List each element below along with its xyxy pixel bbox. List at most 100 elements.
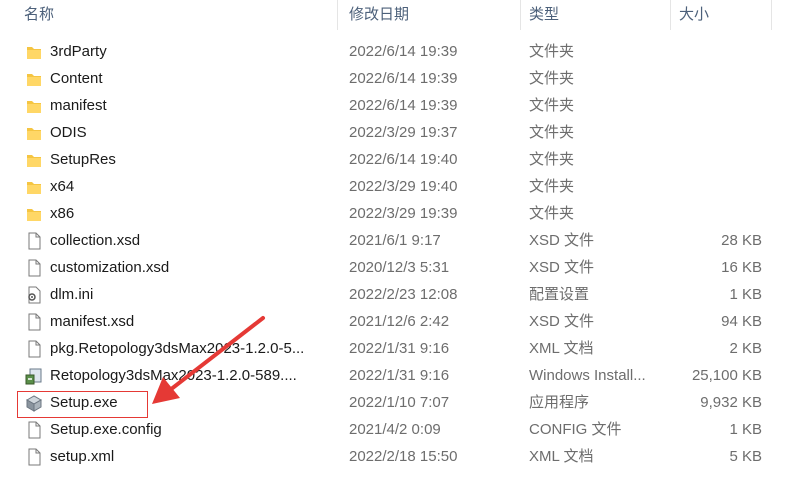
folder-icon — [24, 70, 44, 88]
file-icon — [24, 340, 44, 358]
file-size — [664, 200, 762, 227]
file-row[interactable]: pkg.Retopology3dsMax2023-1.2.0-5... 2022… — [0, 335, 802, 362]
file-size: 2 KB — [729, 340, 762, 357]
file-type: 文件夹 — [529, 43, 575, 60]
file-name: SetupRes — [50, 151, 116, 168]
file-name: manifest — [50, 97, 107, 114]
file-size — [664, 65, 762, 92]
file-date: 2022/3/29 19:39 — [349, 205, 458, 222]
folder-icon — [24, 178, 44, 196]
file-date: 2022/2/18 15:50 — [349, 448, 458, 465]
file-name: x86 — [50, 205, 75, 222]
file-date: 2022/6/14 19:39 — [349, 43, 458, 60]
file-date: 2022/6/14 19:39 — [349, 70, 458, 87]
file-size — [664, 173, 762, 200]
file-size — [664, 146, 762, 173]
file-row[interactable]: manifest 2022/6/14 19:39 文件夹 — [0, 92, 802, 119]
file-name: 3rdParty — [50, 43, 107, 60]
file-icon — [24, 448, 44, 466]
file-date: 2022/6/14 19:40 — [349, 151, 458, 168]
file-row[interactable]: customization.xsd 2020/12/3 5:31 XSD 文件 … — [0, 254, 802, 281]
file-date: 2021/12/6 2:42 — [349, 313, 450, 330]
file-name: Content — [50, 70, 103, 87]
file-date: 2022/1/31 9:16 — [349, 340, 450, 357]
file-date: 2020/12/3 5:31 — [349, 259, 450, 276]
folder-icon — [24, 43, 44, 61]
file-size: 25,100 KB — [691, 367, 762, 384]
column-divider[interactable] — [520, 0, 521, 30]
file-size — [664, 92, 762, 119]
file-size: 9,932 KB — [700, 394, 762, 411]
column-divider[interactable] — [337, 0, 338, 30]
folder-icon — [24, 205, 44, 223]
file-size: 5 KB — [729, 448, 762, 465]
file-date: 2022/3/29 19:40 — [349, 178, 458, 195]
file-type: XML 文档 — [529, 340, 594, 357]
column-date[interactable]: 修改日期 — [349, 0, 409, 30]
file-name: setup.xml — [50, 448, 115, 465]
file-row[interactable]: manifest.xsd 2021/12/6 2:42 XSD 文件 94 KB — [0, 308, 802, 335]
file-type: CONFIG 文件 — [529, 421, 622, 438]
file-date: 2022/3/29 19:37 — [349, 124, 458, 141]
file-row[interactable]: Content 2022/6/14 19:39 文件夹 — [0, 65, 802, 92]
sort-chevron-icon[interactable] — [172, 0, 182, 2]
file-size: 28 KB — [721, 232, 762, 249]
file-row[interactable]: Setup.exe.config 2021/4/2 0:09 CONFIG 文件… — [0, 416, 802, 443]
file-date: 2021/6/1 9:17 — [349, 232, 441, 249]
file-icon — [24, 421, 44, 439]
settings-file-icon — [24, 286, 44, 304]
file-row[interactable]: 3rdParty 2022/6/14 19:39 文件夹 — [0, 38, 802, 65]
file-type: XSD 文件 — [529, 259, 595, 276]
file-row[interactable]: setup.xml 2022/2/18 15:50 XML 文档 5 KB — [0, 443, 802, 470]
column-header: 名称 修改日期 类型 大小 — [0, 0, 802, 30]
file-type: 文件夹 — [529, 178, 575, 195]
file-row[interactable]: dlm.ini 2022/2/23 12:08 配置设置 1 KB — [0, 281, 802, 308]
file-row[interactable]: x86 2022/3/29 19:39 文件夹 — [0, 200, 802, 227]
file-date: 2022/2/23 12:08 — [349, 286, 458, 303]
file-name: Setup.exe.config — [50, 421, 162, 438]
file-type: 文件夹 — [529, 97, 575, 114]
installer-icon — [24, 367, 44, 385]
file-name: collection.xsd — [50, 232, 141, 249]
file-type: Windows Install... — [529, 367, 646, 384]
file-size: 94 KB — [721, 313, 762, 330]
file-name: manifest.xsd — [50, 313, 135, 330]
folder-icon — [24, 97, 44, 115]
file-name: Retopology3dsMax2023-1.2.0-589.... — [50, 367, 297, 384]
folder-icon — [24, 151, 44, 169]
file-size: 1 KB — [729, 286, 762, 303]
file-date: 2021/4/2 0:09 — [349, 421, 441, 438]
file-icon — [24, 259, 44, 277]
file-type: 文件夹 — [529, 70, 575, 87]
column-size[interactable]: 大小 — [679, 0, 709, 30]
file-row[interactable]: collection.xsd 2021/6/1 9:17 XSD 文件 28 K… — [0, 227, 802, 254]
highlight-box — [17, 391, 148, 418]
column-type[interactable]: 类型 — [529, 0, 559, 30]
file-row[interactable]: ODIS 2022/3/29 19:37 文件夹 — [0, 119, 802, 146]
column-name[interactable]: 名称 — [24, 0, 54, 30]
column-divider[interactable] — [771, 0, 772, 30]
file-row[interactable]: SetupRes 2022/6/14 19:40 文件夹 — [0, 146, 802, 173]
file-name: x64 — [50, 178, 75, 195]
file-icon — [24, 232, 44, 250]
file-type: 文件夹 — [529, 151, 575, 168]
file-date: 2022/1/31 9:16 — [349, 367, 450, 384]
file-size — [664, 38, 762, 65]
file-size — [664, 119, 762, 146]
file-type: XSD 文件 — [529, 313, 595, 330]
file-name: ODIS — [50, 124, 87, 141]
file-type: XSD 文件 — [529, 232, 595, 249]
column-divider[interactable] — [670, 0, 671, 30]
file-name: customization.xsd — [50, 259, 170, 276]
file-type: 文件夹 — [529, 205, 575, 222]
file-row[interactable]: x64 2022/3/29 19:40 文件夹 — [0, 173, 802, 200]
file-icon — [24, 313, 44, 331]
file-type: XML 文档 — [529, 448, 594, 465]
file-type: 应用程序 — [529, 394, 590, 411]
file-type: 配置设置 — [529, 286, 590, 303]
file-date: 2022/6/14 19:39 — [349, 97, 458, 114]
file-row[interactable]: Retopology3dsMax2023-1.2.0-589.... 2022/… — [0, 362, 802, 389]
file-name: dlm.ini — [50, 286, 94, 303]
folder-icon — [24, 124, 44, 142]
file-name: pkg.Retopology3dsMax2023-1.2.0-5... — [50, 340, 305, 357]
